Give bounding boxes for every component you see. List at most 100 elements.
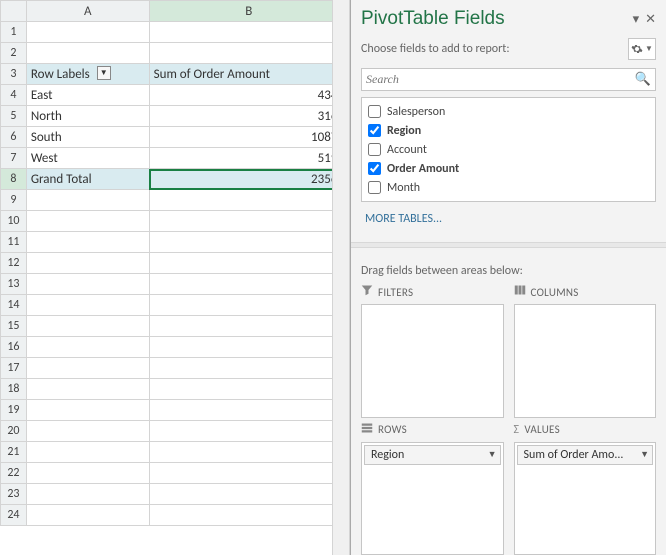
row-header[interactable]: 7 xyxy=(1,148,27,169)
row-header[interactable]: 23 xyxy=(1,484,27,505)
row-header[interactable]: 4 xyxy=(1,85,27,106)
pane-splitter[interactable] xyxy=(351,242,666,248)
pivot-row-value[interactable]: 4340 xyxy=(149,85,348,106)
field-checkbox[interactable] xyxy=(368,162,381,175)
cell[interactable] xyxy=(26,379,149,400)
field-checkbox[interactable] xyxy=(368,124,381,137)
row-header[interactable]: 10 xyxy=(1,211,27,232)
pivot-row-label[interactable]: East xyxy=(26,85,149,106)
cell[interactable] xyxy=(149,442,348,463)
row-header[interactable]: 3 xyxy=(1,64,27,85)
row-header[interactable]: 18 xyxy=(1,379,27,400)
row-header[interactable]: 17 xyxy=(1,358,27,379)
pivot-row-label[interactable]: North xyxy=(26,106,149,127)
values-field-pill[interactable]: Sum of Order Amo... ▼ xyxy=(517,445,654,465)
cell[interactable] xyxy=(149,463,348,484)
cell[interactable] xyxy=(26,316,149,337)
chevron-down-icon[interactable]: ▼ xyxy=(488,449,497,460)
cell[interactable] xyxy=(149,316,348,337)
field-order-amount[interactable]: Order Amount xyxy=(368,159,649,178)
pane-dropdown-icon[interactable]: ▾ xyxy=(633,12,640,27)
row-header[interactable]: 5 xyxy=(1,106,27,127)
row-header[interactable]: 6 xyxy=(1,127,27,148)
search-icon[interactable]: 🔍 xyxy=(635,72,651,87)
pane-settings-button[interactable]: ▼ xyxy=(628,38,656,60)
select-all-corner[interactable] xyxy=(1,1,27,22)
pivot-row-label[interactable]: West xyxy=(26,148,149,169)
chevron-down-icon[interactable]: ▼ xyxy=(640,449,649,460)
pivot-row-value[interactable]: 10875 xyxy=(149,127,348,148)
pane-close-icon[interactable]: ✕ xyxy=(645,12,656,27)
cell[interactable] xyxy=(149,211,348,232)
cell[interactable] xyxy=(149,232,348,253)
cell[interactable] xyxy=(149,505,348,526)
cell[interactable] xyxy=(149,421,348,442)
pivot-header-rowlabels[interactable]: Row Labels xyxy=(26,64,149,85)
row-header[interactable]: 16 xyxy=(1,337,27,358)
cell[interactable] xyxy=(26,232,149,253)
cell[interactable] xyxy=(26,253,149,274)
row-header[interactable]: 8 xyxy=(1,169,27,190)
more-tables-link[interactable]: MORE TABLES... xyxy=(365,212,652,226)
row-header[interactable]: 19 xyxy=(1,400,27,421)
row-header[interactable]: 9 xyxy=(1,190,27,211)
row-header[interactable]: 2 xyxy=(1,43,27,64)
cell[interactable] xyxy=(26,295,149,316)
pivot-row-value[interactable]: 5190 xyxy=(149,148,348,169)
row-header[interactable]: 15 xyxy=(1,316,27,337)
rowlabels-filter-dropdown[interactable] xyxy=(97,66,111,80)
cell[interactable] xyxy=(26,337,149,358)
cell[interactable] xyxy=(26,421,149,442)
cell[interactable] xyxy=(26,43,149,64)
field-month[interactable]: Month xyxy=(368,178,649,197)
row-header[interactable]: 21 xyxy=(1,442,27,463)
pivot-grandtotal-value[interactable]: 23565 xyxy=(149,169,348,190)
cell[interactable] xyxy=(149,43,348,64)
rows-drop-area[interactable]: Region ▼ xyxy=(361,442,504,555)
cell[interactable] xyxy=(26,505,149,526)
pivot-grandtotal-label[interactable]: Grand Total xyxy=(26,169,149,190)
field-checkbox[interactable] xyxy=(368,105,381,118)
rows-field-pill[interactable]: Region ▼ xyxy=(364,445,501,465)
row-header[interactable]: 1 xyxy=(1,22,27,43)
row-header[interactable]: 24 xyxy=(1,505,27,526)
row-header[interactable]: 11 xyxy=(1,232,27,253)
row-header[interactable]: 14 xyxy=(1,295,27,316)
cell[interactable] xyxy=(26,463,149,484)
cell[interactable] xyxy=(149,190,348,211)
cell[interactable] xyxy=(26,190,149,211)
cell[interactable] xyxy=(149,484,348,505)
field-region[interactable]: Region xyxy=(368,121,649,140)
columns-drop-area[interactable] xyxy=(514,304,657,418)
filters-drop-area[interactable] xyxy=(361,304,504,418)
values-drop-area[interactable]: Sum of Order Amo... ▼ xyxy=(514,442,657,555)
cell[interactable] xyxy=(26,211,149,232)
pivot-header-values[interactable]: Sum of Order Amount xyxy=(149,64,348,85)
vertical-scrollbar[interactable] xyxy=(332,0,349,555)
cell[interactable] xyxy=(149,400,348,421)
field-account[interactable]: Account xyxy=(368,140,649,159)
cell[interactable] xyxy=(26,358,149,379)
cell[interactable] xyxy=(26,274,149,295)
cell[interactable] xyxy=(26,484,149,505)
field-checkbox[interactable] xyxy=(368,181,381,194)
field-checkbox[interactable] xyxy=(368,143,381,156)
cell[interactable] xyxy=(149,379,348,400)
row-header[interactable]: 22 xyxy=(1,463,27,484)
cell[interactable] xyxy=(149,253,348,274)
cell[interactable] xyxy=(26,22,149,43)
cell[interactable] xyxy=(149,295,348,316)
row-header[interactable]: 12 xyxy=(1,253,27,274)
field-salesperson[interactable]: Salesperson xyxy=(368,102,649,121)
field-search-box[interactable]: 🔍 xyxy=(361,68,656,91)
pivot-row-value[interactable]: 3160 xyxy=(149,106,348,127)
cell[interactable] xyxy=(149,22,348,43)
search-input[interactable] xyxy=(366,72,635,87)
cell[interactable] xyxy=(149,337,348,358)
col-header-a[interactable]: A xyxy=(26,1,149,22)
cell[interactable] xyxy=(26,400,149,421)
pivot-row-label[interactable]: South xyxy=(26,127,149,148)
row-header[interactable]: 13 xyxy=(1,274,27,295)
cell[interactable] xyxy=(149,274,348,295)
cell[interactable] xyxy=(149,358,348,379)
